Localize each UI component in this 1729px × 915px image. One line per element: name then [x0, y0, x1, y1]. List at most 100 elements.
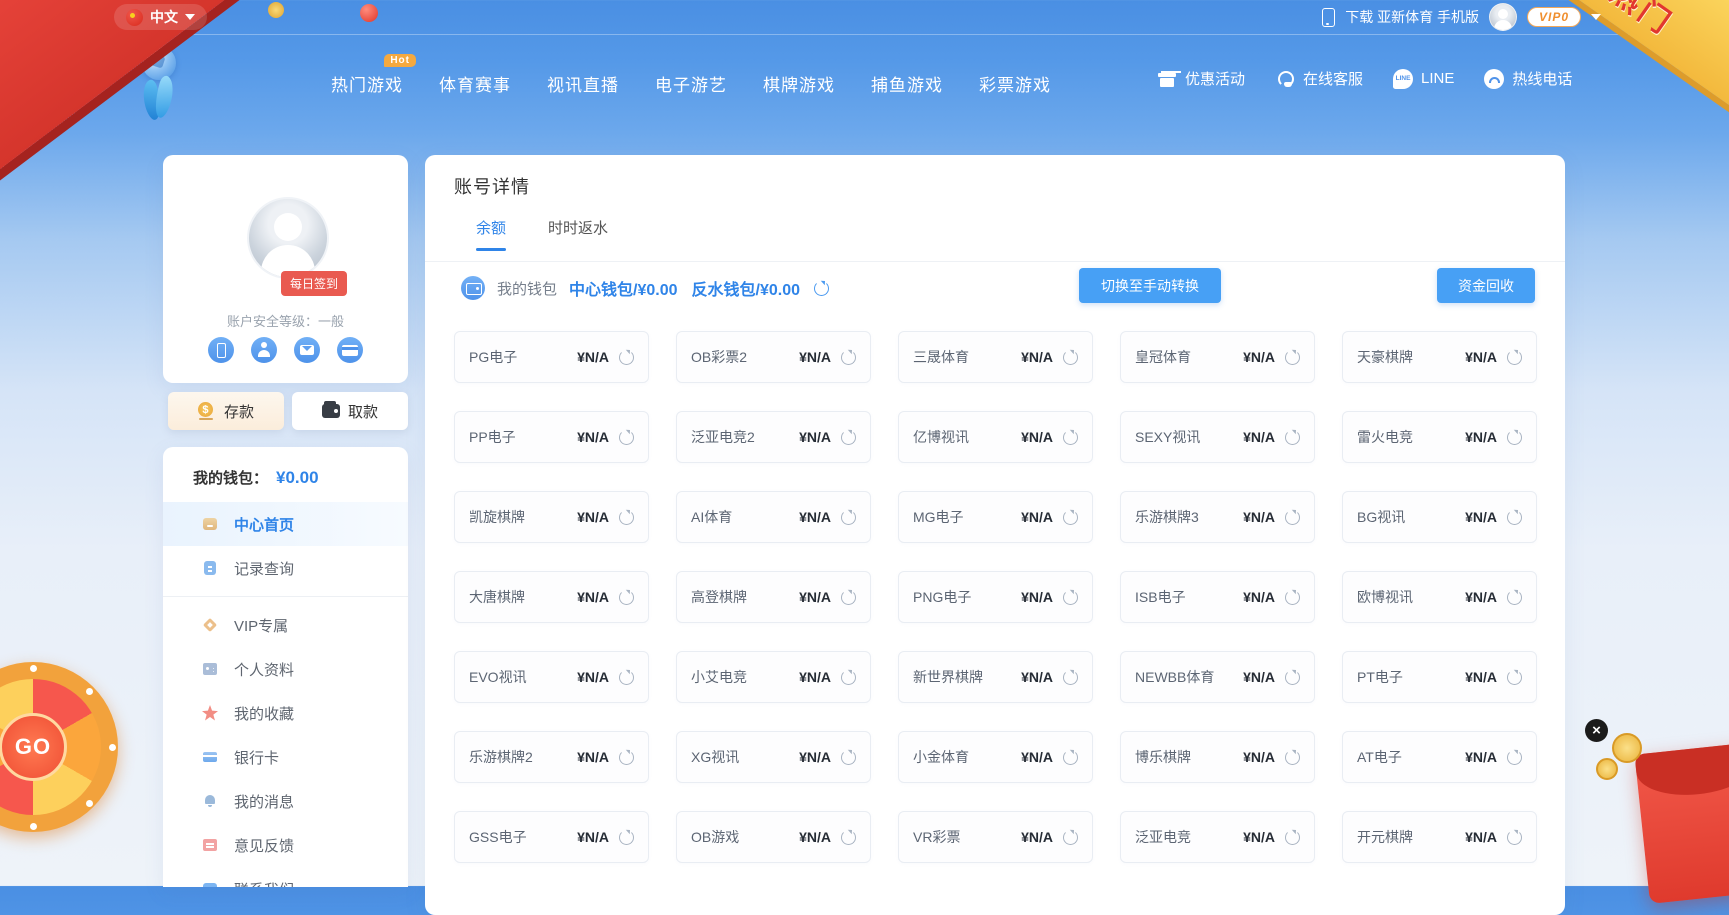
- refresh-icon[interactable]: [1285, 830, 1300, 845]
- nav-item[interactable]: 体育赛事: [439, 71, 511, 96]
- wheel-go-button[interactable]: GO: [0, 713, 67, 781]
- chevron-down-icon[interactable]: [1591, 14, 1601, 20]
- switch-transfer-mode-button[interactable]: 切换至手动转换: [1079, 268, 1221, 303]
- verification-icon[interactable]: [251, 337, 277, 363]
- sidebar-menu-item[interactable]: VIP专属: [163, 603, 408, 647]
- wallet-card[interactable]: 开元棋牌 ¥N/A: [1342, 811, 1537, 863]
- refresh-icon[interactable]: [841, 510, 856, 525]
- wallet-card[interactable]: 泛亚电竞2 ¥N/A: [676, 411, 871, 463]
- nav-item[interactable]: 捕鱼游戏: [871, 71, 943, 96]
- refresh-icon[interactable]: [1063, 510, 1078, 525]
- refresh-icon[interactable]: [1063, 350, 1078, 365]
- refresh-icon[interactable]: [1285, 590, 1300, 605]
- refresh-icon[interactable]: [841, 670, 856, 685]
- refresh-icon[interactable]: [841, 350, 856, 365]
- nav-item[interactable]: Hot 热门游戏: [331, 71, 403, 96]
- verification-icon[interactable]: [294, 337, 320, 363]
- wallet-card[interactable]: 小艾电竞 ¥N/A: [676, 651, 871, 703]
- daily-checkin-badge[interactable]: 每日签到: [281, 271, 347, 296]
- wallet-card[interactable]: 皇冠体育 ¥N/A: [1120, 331, 1315, 383]
- refresh-icon[interactable]: [619, 670, 634, 685]
- refresh-icon[interactable]: [619, 750, 634, 765]
- deposit-button[interactable]: 存款: [168, 392, 284, 430]
- wallet-card[interactable]: 亿博视讯 ¥N/A: [898, 411, 1093, 463]
- refresh-icon[interactable]: [1507, 510, 1522, 525]
- refresh-icon[interactable]: [841, 430, 856, 445]
- wallet-card[interactable]: AT电子 ¥N/A: [1342, 731, 1537, 783]
- wallet-card[interactable]: VR彩票 ¥N/A: [898, 811, 1093, 863]
- wallet-card[interactable]: 博乐棋牌 ¥N/A: [1120, 731, 1315, 783]
- wallet-card[interactable]: 泛亚电竞 ¥N/A: [1120, 811, 1315, 863]
- refresh-icon[interactable]: [1285, 350, 1300, 365]
- wallet-card[interactable]: PT电子 ¥N/A: [1342, 651, 1537, 703]
- download-app-link[interactable]: 下载 亚新体育 手机版: [1345, 7, 1479, 27]
- nav-item[interactable]: 彩票游戏: [979, 71, 1051, 96]
- wallet-card[interactable]: NEWBB体育 ¥N/A: [1120, 651, 1315, 703]
- wallet-card[interactable]: OB游戏 ¥N/A: [676, 811, 871, 863]
- sidebar-menu-item[interactable]: 我的消息: [163, 779, 408, 823]
- sidebar-menu-item[interactable]: 个人资料: [163, 647, 408, 691]
- refresh-icon[interactable]: [1285, 670, 1300, 685]
- wallet-card[interactable]: 三晟体育 ¥N/A: [898, 331, 1093, 383]
- refresh-icon[interactable]: [619, 590, 634, 605]
- refresh-icon[interactable]: [1285, 510, 1300, 525]
- wallet-card[interactable]: 乐游棋牌3 ¥N/A: [1120, 491, 1315, 543]
- refresh-icon[interactable]: [1507, 830, 1522, 845]
- sidebar-menu-item[interactable]: 记录查询: [163, 546, 408, 590]
- wallet-card[interactable]: 大唐棋牌 ¥N/A: [454, 571, 649, 623]
- language-selector[interactable]: 中文: [114, 4, 207, 30]
- wallet-card[interactable]: 高登棋牌 ¥N/A: [676, 571, 871, 623]
- wallet-card[interactable]: AI体育 ¥N/A: [676, 491, 871, 543]
- wallet-card[interactable]: GSS电子 ¥N/A: [454, 811, 649, 863]
- lucky-wheel-promo[interactable]: GO: [0, 662, 118, 832]
- nav-item[interactable]: 电子游艺: [655, 71, 727, 96]
- refresh-icon[interactable]: [1507, 350, 1522, 365]
- utility-nav-item[interactable]: 热线电话: [1484, 68, 1572, 89]
- wallet-card[interactable]: ISB电子 ¥N/A: [1120, 571, 1315, 623]
- refresh-icon[interactable]: [1285, 750, 1300, 765]
- refresh-icon[interactable]: [1507, 430, 1522, 445]
- refresh-icon[interactable]: [1507, 750, 1522, 765]
- vip-level-badge[interactable]: VIP0: [1527, 7, 1581, 27]
- refresh-icon[interactable]: [1063, 590, 1078, 605]
- close-icon[interactable]: ×: [1585, 719, 1608, 742]
- sidebar-menu-item[interactable]: 联系我们: [163, 867, 408, 887]
- wallet-card[interactable]: 天豪棋牌 ¥N/A: [1342, 331, 1537, 383]
- nav-item[interactable]: 视讯直播: [547, 71, 619, 96]
- refresh-icon[interactable]: [1285, 430, 1300, 445]
- wallet-card[interactable]: OB彩票2 ¥N/A: [676, 331, 871, 383]
- tab[interactable]: 余额: [476, 217, 506, 251]
- red-envelope-promo[interactable]: [1634, 742, 1729, 904]
- refresh-icon[interactable]: [1507, 590, 1522, 605]
- withdraw-button[interactable]: 取款: [292, 392, 408, 430]
- wallet-card[interactable]: 乐游棋牌2 ¥N/A: [454, 731, 649, 783]
- wallet-card[interactable]: PG电子 ¥N/A: [454, 331, 649, 383]
- recycle-funds-button[interactable]: 资金回收: [1437, 268, 1535, 303]
- nav-item[interactable]: 棋牌游戏: [763, 71, 835, 96]
- sidebar-menu-item[interactable]: 我的收藏: [163, 691, 408, 735]
- sidebar-menu-item[interactable]: 中心首页: [163, 502, 408, 546]
- wallet-card[interactable]: XG视讯 ¥N/A: [676, 731, 871, 783]
- refresh-icon[interactable]: [841, 750, 856, 765]
- sidebar-menu-item[interactable]: 意见反馈: [163, 823, 408, 867]
- refresh-icon[interactable]: [1063, 430, 1078, 445]
- wallet-card[interactable]: 小金体育 ¥N/A: [898, 731, 1093, 783]
- refresh-icon[interactable]: [1063, 830, 1078, 845]
- wallet-card[interactable]: MG电子 ¥N/A: [898, 491, 1093, 543]
- verification-icon[interactable]: [208, 337, 234, 363]
- sidebar-menu-item[interactable]: 银行卡: [163, 735, 408, 779]
- refresh-icon[interactable]: [619, 830, 634, 845]
- refresh-icon[interactable]: [1063, 750, 1078, 765]
- refresh-icon[interactable]: [1063, 670, 1078, 685]
- refresh-icon[interactable]: [1507, 670, 1522, 685]
- user-avatar[interactable]: [247, 197, 329, 279]
- wallet-card[interactable]: 新世界棋牌 ¥N/A: [898, 651, 1093, 703]
- refresh-icon[interactable]: [619, 430, 634, 445]
- wallet-card[interactable]: 凯旋棋牌 ¥N/A: [454, 491, 649, 543]
- wallet-card[interactable]: EVO视讯 ¥N/A: [454, 651, 649, 703]
- wallet-card[interactable]: 欧博视讯 ¥N/A: [1342, 571, 1537, 623]
- utility-nav-item[interactable]: LINE: [1393, 69, 1454, 89]
- refresh-icon[interactable]: [814, 281, 829, 296]
- wallet-card[interactable]: PNG电子 ¥N/A: [898, 571, 1093, 623]
- wallet-card[interactable]: BG视讯 ¥N/A: [1342, 491, 1537, 543]
